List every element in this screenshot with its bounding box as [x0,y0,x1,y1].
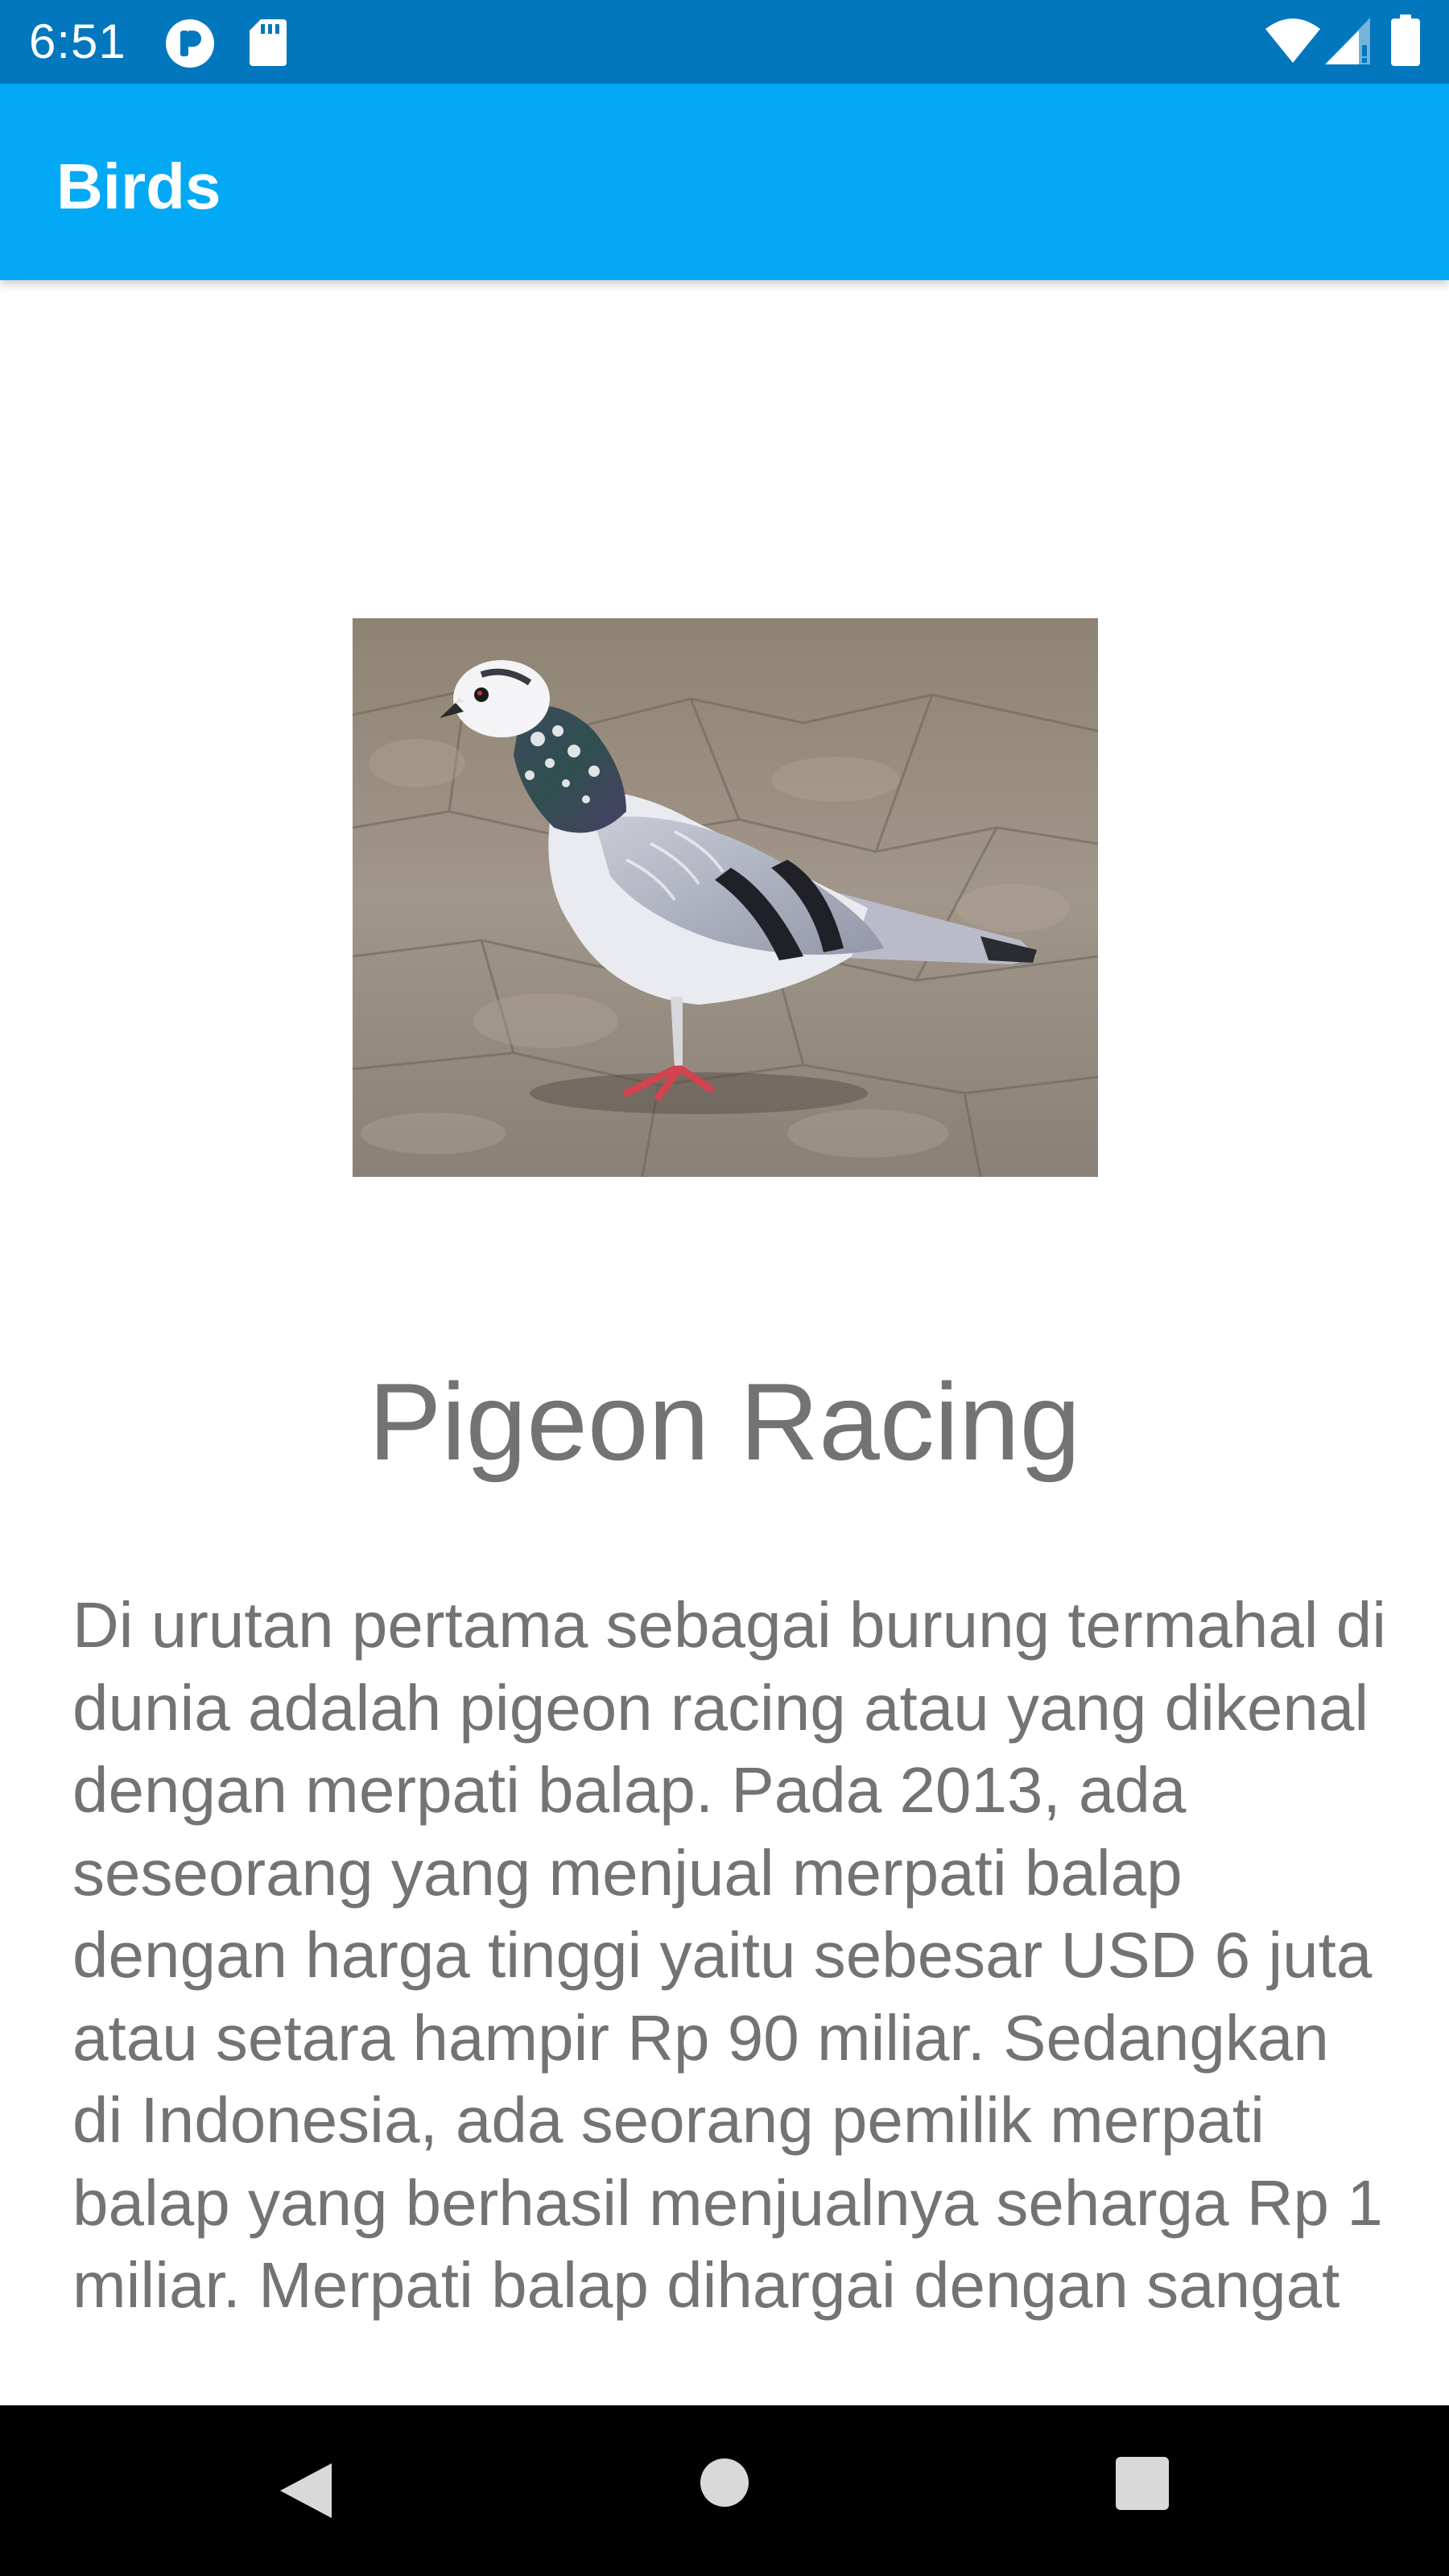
bird-name: Pigeon Racing [368,1360,1081,1483]
status-bar: 6:51 [0,0,1449,84]
battery-icon [1391,14,1420,66]
sd-card-icon [250,19,287,66]
status-time: 6:51 [29,14,126,68]
back-icon[interactable] [270,2457,338,2524]
navigation-bar [0,2405,1449,2576]
pigeon-photo [353,618,1098,1177]
cell-signal-icon [1325,18,1370,64]
recents-icon[interactable] [1116,2457,1169,2510]
app-notification-icon [166,19,214,68]
bird-description: Di urutan pertama sebagai burung termaha… [72,1589,1387,2321]
wifi-icon [1265,19,1320,63]
home-icon[interactable] [699,2457,750,2508]
screen: 6:51 Birds Pigeon Racing Di urutan perta… [0,0,1449,2576]
app-title: Birds [56,151,221,222]
bird-detail-content[interactable]: Pigeon Racing Di urutan pertama sebagai … [0,280,1449,2405]
app-bar: Birds [0,84,1449,280]
